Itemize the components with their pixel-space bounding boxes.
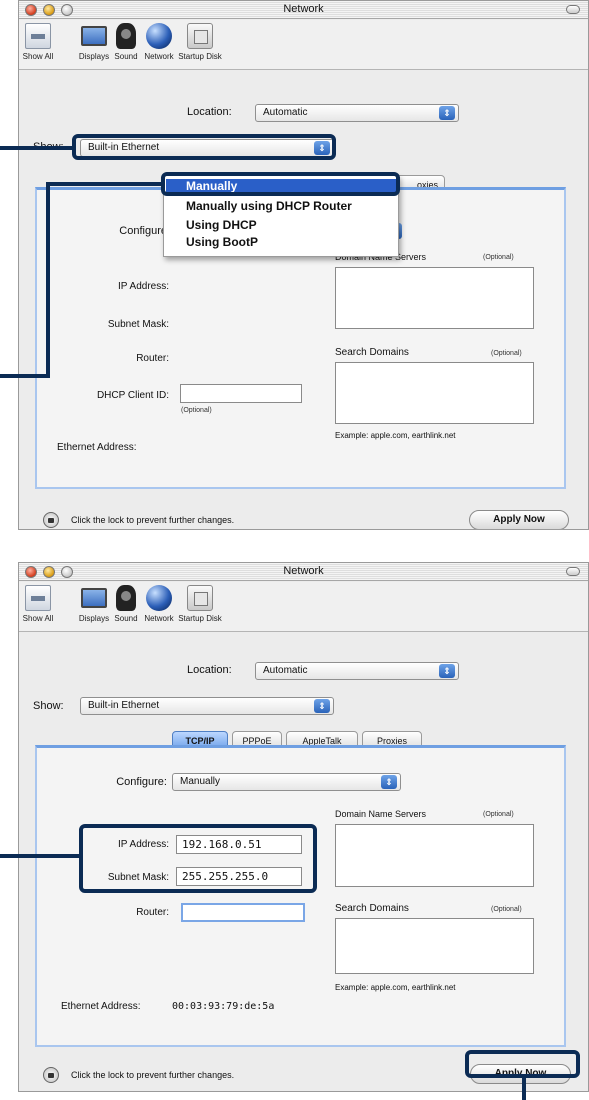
- title-bar[interactable]: Network: [19, 563, 588, 581]
- lock-icon[interactable]: [43, 1067, 59, 1083]
- toolbar-displays[interactable]: Displays: [77, 23, 111, 61]
- toolbar-displays[interactable]: Displays: [77, 585, 111, 623]
- callout-manually-item: [161, 172, 400, 196]
- toolbar-show-all[interactable]: Show All: [21, 23, 55, 61]
- dhcp-client-id-input[interactable]: [180, 384, 302, 403]
- show-label: Show:: [33, 700, 64, 712]
- network-window-1: Network Show All Displays Sound Network …: [18, 0, 589, 530]
- router-label: Router:: [136, 907, 169, 918]
- menu-item-using-bootp[interactable]: Using BootP: [166, 235, 396, 250]
- dns-textbox[interactable]: [335, 267, 534, 329]
- window-title: Network: [283, 565, 324, 577]
- show-all-icon: [25, 585, 51, 611]
- show-value: Built-in Ethernet: [88, 700, 160, 711]
- callout-show-select: [72, 134, 336, 160]
- callout-line: [46, 182, 163, 186]
- displays-icon: [81, 26, 107, 46]
- ethernet-address-value: 00:03:93:79:de:5a: [172, 1001, 275, 1012]
- displays-icon: [81, 588, 107, 608]
- toolbar-label: Displays: [78, 52, 110, 61]
- search-domains-label: Search Domains: [335, 903, 409, 914]
- dhcp-client-id-label: DHCP Client ID:: [96, 390, 169, 401]
- speaker-icon: [116, 23, 136, 49]
- lock-text: Click the lock to prevent further change…: [71, 515, 235, 525]
- speaker-icon: [116, 585, 136, 611]
- select-arrow-icon: ⇕: [381, 775, 397, 789]
- search-domains-textbox[interactable]: [335, 918, 534, 974]
- title-bar[interactable]: Network: [19, 1, 588, 19]
- toolbar-label: Startup Disk: [178, 52, 222, 61]
- globe-icon: [146, 585, 172, 611]
- select-arrow-icon: ⇕: [439, 106, 455, 120]
- callout-apply-now: [465, 1050, 580, 1078]
- apply-now-button[interactable]: Apply Now: [469, 510, 569, 529]
- toolbar-label: Sound: [114, 614, 138, 623]
- search-optional: (Optional): [491, 350, 522, 357]
- toolbar-label: Show All: [22, 52, 54, 61]
- toolbar-label: Sound: [114, 52, 138, 61]
- disk-icon: [187, 585, 213, 611]
- ethernet-address-label: Ethernet Address:: [61, 1001, 141, 1012]
- dns-optional: (Optional): [483, 254, 514, 261]
- toolbar-label: Network: [144, 52, 174, 61]
- select-arrow-icon: ⇕: [439, 664, 455, 678]
- example-text: Example: apple.com, earthlink.net: [335, 431, 456, 440]
- select-arrow-icon: ⇕: [314, 699, 330, 713]
- location-value: Automatic: [263, 665, 308, 676]
- toolbar-sound[interactable]: Sound: [111, 23, 141, 61]
- toolbar-startup-disk[interactable]: Startup Disk: [177, 585, 223, 623]
- callout-line: [0, 374, 50, 378]
- lock-icon[interactable]: [43, 512, 59, 528]
- toolbar-label: Network: [144, 614, 174, 623]
- toolbar-toggle-button[interactable]: [566, 567, 580, 576]
- menu-item-using-dhcp[interactable]: Using DHCP: [166, 218, 396, 233]
- dns-label: Domain Name Servers: [335, 809, 427, 819]
- toolbar-startup-disk[interactable]: Startup Disk: [177, 23, 223, 61]
- globe-icon: [146, 23, 172, 49]
- location-value: Automatic: [263, 107, 308, 118]
- callout-line: [0, 146, 74, 150]
- dns-optional: (Optional): [483, 811, 514, 818]
- window-title: Network: [283, 3, 324, 15]
- search-domains-textbox[interactable]: [335, 362, 534, 424]
- toolbar-network[interactable]: Network: [141, 23, 177, 61]
- configure-label: Configure: [119, 225, 167, 237]
- location-select[interactable]: Automatic ⇕: [255, 104, 459, 122]
- ethernet-address-label: Ethernet Address:: [57, 442, 137, 453]
- router-label: Router:: [136, 353, 169, 364]
- toolbar-sound[interactable]: Sound: [111, 585, 141, 623]
- configure-value: Manually: [180, 776, 221, 787]
- search-optional: (Optional): [491, 906, 522, 913]
- toolbar-show-all[interactable]: Show All: [21, 585, 55, 623]
- location-label: Location:: [187, 106, 232, 118]
- show-select[interactable]: Built-in Ethernet ⇕: [80, 697, 334, 715]
- configure-select[interactable]: Manually ⇕: [172, 773, 401, 791]
- callout-line: [46, 182, 50, 378]
- toolbar-network[interactable]: Network: [141, 585, 177, 623]
- configure-label: Configure:: [116, 776, 167, 788]
- toolbar-label: Startup Disk: [178, 614, 222, 623]
- show-all-icon: [25, 23, 51, 49]
- dns-textbox[interactable]: [335, 824, 534, 887]
- lock-text: Click the lock to prevent further change…: [71, 1070, 235, 1080]
- ip-label: IP Address:: [118, 281, 169, 292]
- callout-line: [0, 854, 81, 858]
- toolbar-toggle-button[interactable]: [566, 5, 580, 14]
- search-domains-label: Search Domains: [335, 347, 409, 358]
- toolbar-label: Displays: [78, 614, 110, 623]
- disk-icon: [187, 23, 213, 49]
- toolbar: Show All Displays Sound Network Startup …: [19, 582, 588, 632]
- example-text: Example: apple.com, earthlink.net: [335, 983, 456, 992]
- menu-item-manually-dhcp-router[interactable]: Manually using DHCP Router: [166, 199, 396, 214]
- location-label: Location:: [187, 664, 232, 676]
- callout-ip-subnet: [79, 824, 317, 893]
- callout-line: [522, 1078, 526, 1100]
- subnet-label: Subnet Mask:: [107, 319, 169, 330]
- location-select[interactable]: Automatic ⇕: [255, 662, 459, 680]
- dhcp-optional: (Optional): [181, 407, 212, 414]
- toolbar: Show All Displays Sound Network Startup …: [19, 20, 588, 70]
- toolbar-label: Show All: [22, 614, 54, 623]
- router-input[interactable]: [181, 903, 305, 922]
